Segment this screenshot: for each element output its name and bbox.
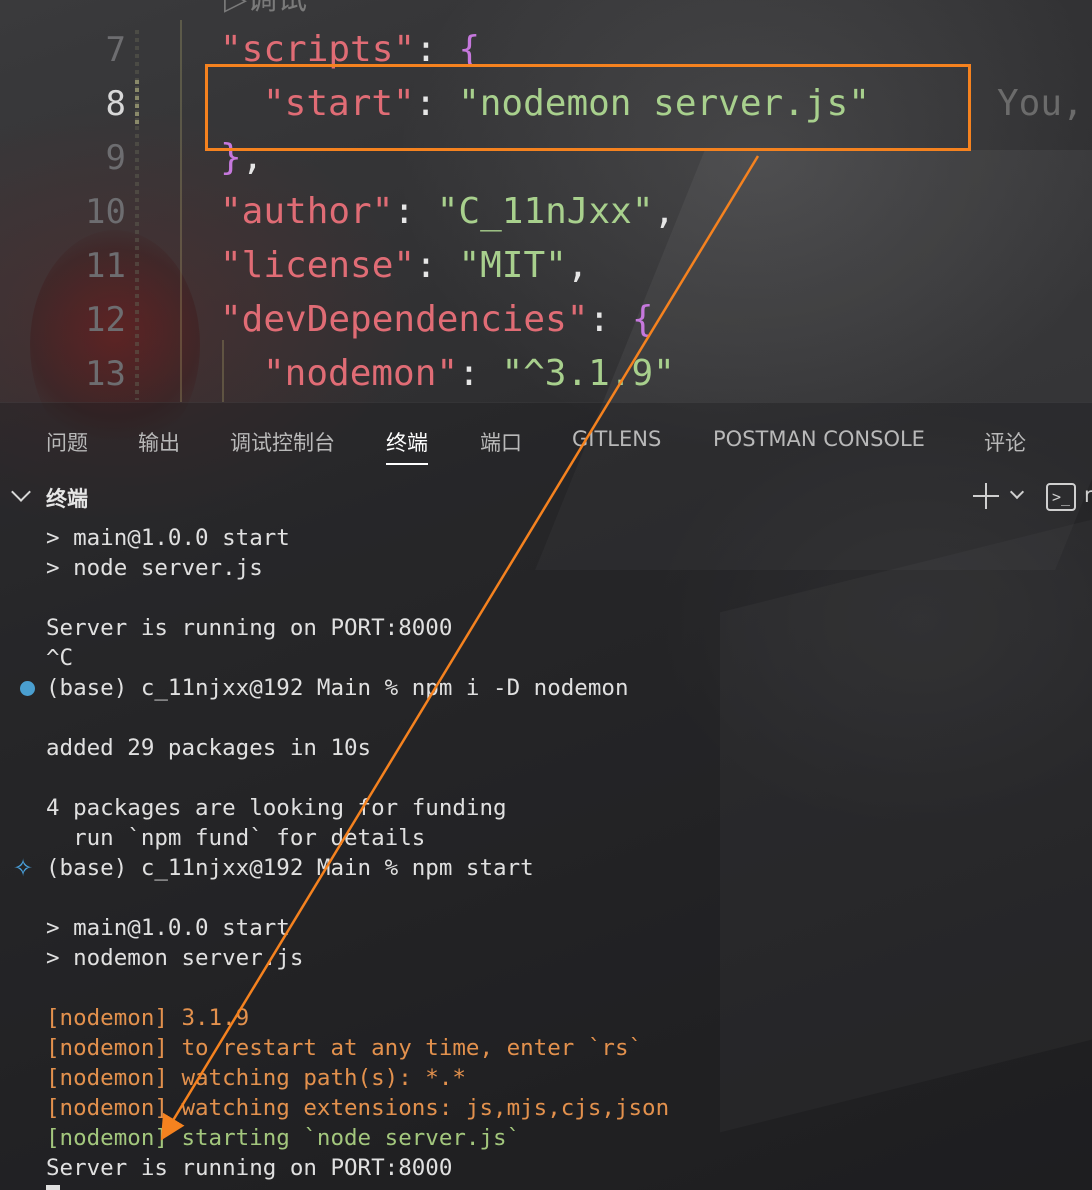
terminal-name-label[interactable]: r: [1084, 483, 1092, 507]
terminal-line: Server is running on PORT:8000: [46, 615, 453, 641]
code-text: "license": "MIT",: [220, 245, 589, 286]
tab-comments[interactable]: 评论: [984, 427, 1026, 457]
terminal-section-header[interactable]: 终端 >_ r: [0, 477, 1092, 519]
highlight-annotation-box: [205, 64, 971, 151]
line-number: 10: [85, 192, 126, 232]
terminal-line: ^C: [46, 645, 74, 671]
tab-terminal[interactable]: 终端: [386, 427, 428, 465]
terminal-line: Server is running on PORT:8000: [46, 1155, 453, 1181]
plus-icon[interactable]: [972, 482, 1000, 510]
terminal-line-nodemon: [nodemon] starting `node server.js`: [46, 1125, 521, 1151]
code-line[interactable]: 10 "author": "C_11nJxx",: [0, 185, 1092, 239]
tab-ports[interactable]: 端口: [480, 427, 522, 457]
tab-debug-console[interactable]: 调试控制台: [230, 427, 335, 457]
terminal-line: added 29 packages in 10s: [46, 735, 372, 761]
terminal-line: 4 packages are looking for funding: [46, 795, 507, 821]
chevron-down-icon[interactable]: [1009, 484, 1025, 500]
code-editor[interactable]: ▷调试 7 "scripts": { 8 "start": "nodemon s…: [0, 0, 1092, 402]
terminal-line-nodemon: [nodemon] to restart at any time, enter …: [46, 1035, 643, 1061]
tab-output[interactable]: 输出: [138, 427, 180, 457]
terminal-line: > nodemon server.js: [46, 945, 304, 971]
debug-codelens[interactable]: ▷调试: [224, 0, 307, 18]
terminal-icon[interactable]: >_: [1046, 483, 1076, 511]
terminal-line-nodemon: [nodemon] 3.1.9: [46, 1005, 250, 1031]
terminal-line: > node server.js: [46, 555, 263, 581]
line-number: 13: [85, 354, 126, 394]
terminal-line: > main@1.0.0 start: [46, 525, 290, 551]
terminal-line-nodemon: [nodemon] watching path(s): *.*: [46, 1065, 466, 1091]
tab-postman-console[interactable]: POSTMAN CONSOLE: [713, 427, 925, 451]
tab-problems[interactable]: 问题: [46, 427, 88, 457]
line-number: 8: [105, 84, 126, 124]
command-status-dot-icon[interactable]: [20, 681, 35, 696]
panel-tab-bar: 问题 输出 调试控制台 终端 端口 GITLENS POSTMAN CONSOL…: [0, 403, 1092, 475]
code-line[interactable]: 12 "devDependencies": {: [0, 293, 1092, 347]
code-text: "nodemon": "^3.1.9": [263, 353, 675, 394]
terminal-cursor: [46, 1185, 60, 1190]
tab-gitlens[interactable]: GITLENS: [572, 427, 661, 451]
code-line[interactable]: 11 "license": "MIT",: [0, 239, 1092, 293]
terminal-line-nodemon: [nodemon] watching extensions: js,mjs,cj…: [46, 1095, 670, 1121]
code-text: "author": "C_11nJxx",: [220, 191, 676, 232]
terminal-line: (base) c_11njxx@192 Main % npm start: [46, 855, 534, 881]
sparkle-icon[interactable]: ✧: [13, 853, 43, 883]
code-text: "devDependencies": {: [220, 299, 654, 340]
line-number: 7: [105, 30, 126, 70]
terminal-line: run `npm fund` for details: [46, 825, 426, 851]
terminal-line: > main@1.0.0 start: [46, 915, 290, 941]
chevron-down-icon[interactable]: [11, 482, 31, 502]
code-line[interactable]: 13 "nodemon": "^3.1.9": [0, 347, 1092, 401]
line-number: 11: [85, 246, 126, 286]
git-blame-annotation[interactable]: You,: [997, 77, 1084, 131]
bottom-panel: 问题 输出 调试控制台 终端 端口 GITLENS POSTMAN CONSOL…: [0, 402, 1092, 1190]
section-title: 终端: [46, 487, 88, 511]
line-number: 9: [105, 138, 126, 178]
line-number: 12: [85, 300, 126, 340]
terminal-line: (base) c_11njxx@192 Main % npm i -D node…: [46, 675, 629, 701]
